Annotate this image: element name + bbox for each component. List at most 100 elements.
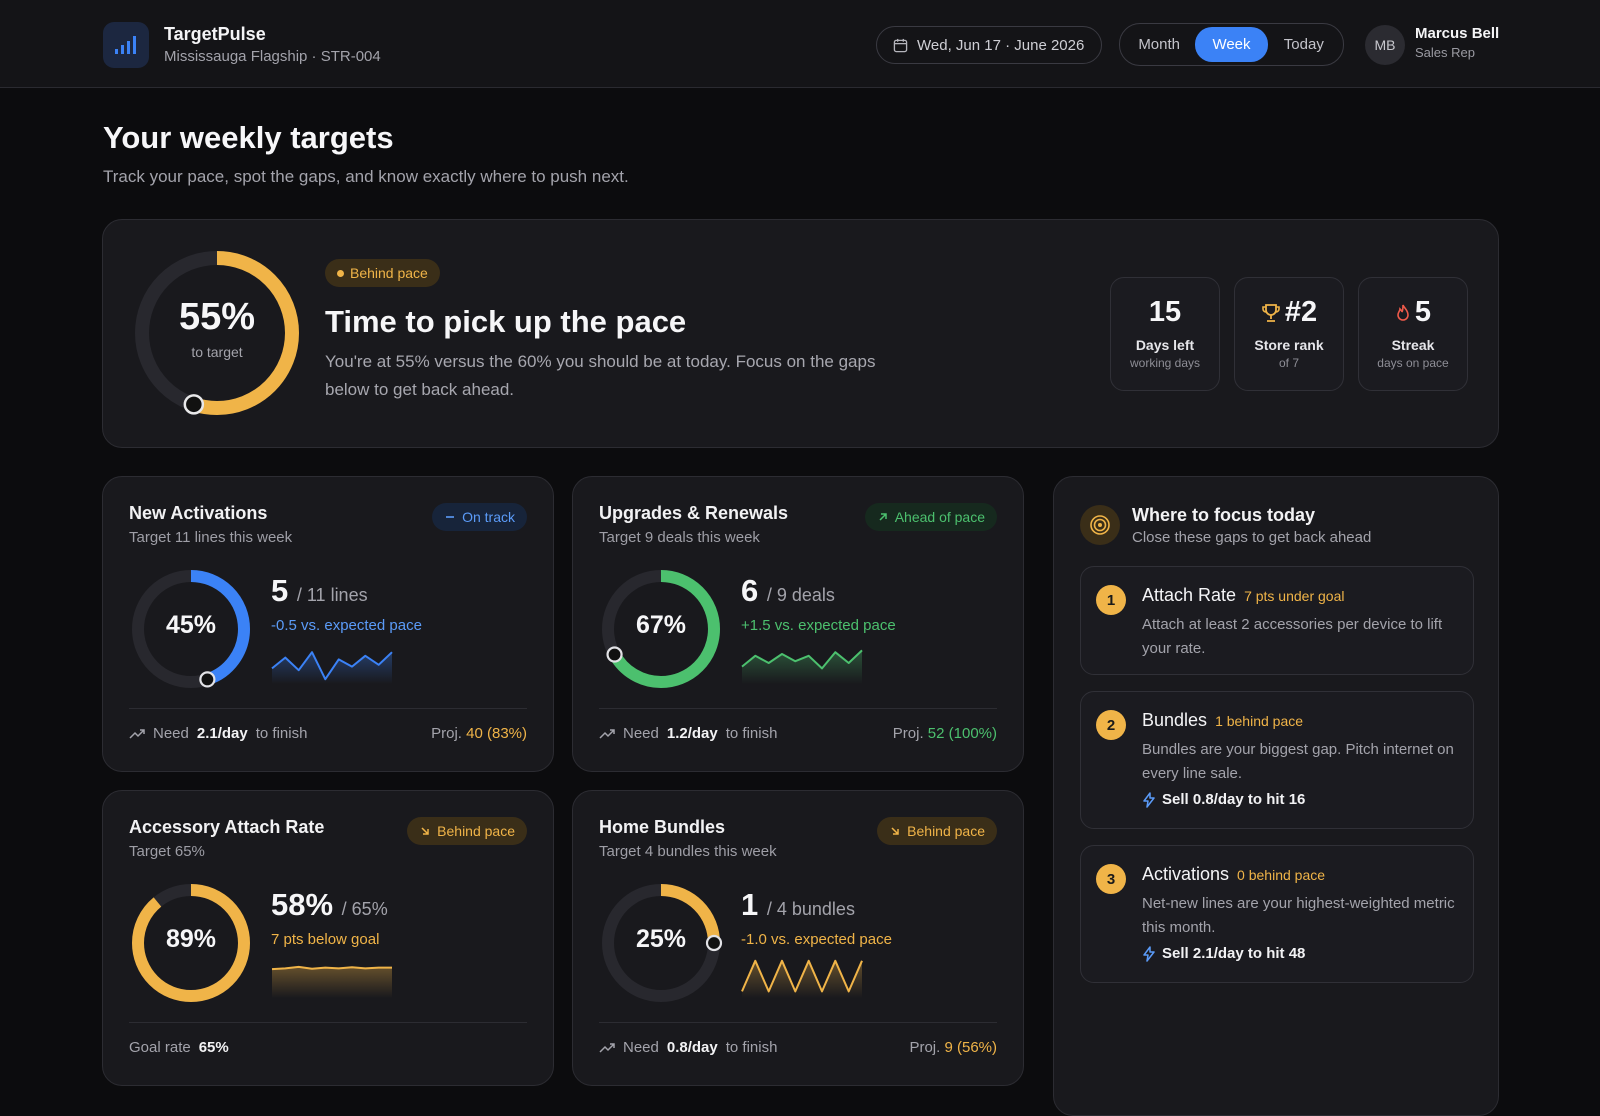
metric-value: 6 / 9 deals	[741, 573, 835, 609]
page-title: Your weekly targets	[103, 120, 394, 155]
metric-card-accessory-attach-rate[interactable]: Accessory Attach Rate Target 65% Behind …	[102, 790, 554, 1086]
stat-value: 5	[1414, 296, 1432, 328]
date-label: Wed, Jun 17 · June 2026	[917, 36, 1085, 54]
focus-item-number: 3	[1096, 864, 1126, 894]
focus-panel: Where to focus today Close these gaps to…	[1053, 476, 1499, 1116]
status-badge-label: Ahead of pace	[894, 509, 985, 525]
metric-card-new-activations[interactable]: New Activations Target 11 lines this wee…	[102, 476, 554, 772]
metric-value-number: 5	[271, 573, 289, 608]
status-badge-label: Behind pace	[907, 823, 985, 839]
top-bar: TargetPulse Mississauga Flagship · STR-0…	[0, 0, 1600, 88]
metric-need-rate: Need 1.2/day to finish	[599, 725, 777, 742]
status-badge: Behind pace	[407, 817, 527, 845]
progress-percent: 25%	[635, 925, 687, 953]
hero-headline: Time to pick up the pace	[325, 304, 687, 339]
projection-prefix: Proj.	[909, 1039, 941, 1056]
focus-item-description: Attach at least 2 accessories per device…	[1142, 616, 1443, 657]
focus-item-tag: 0 behind pace	[1237, 867, 1326, 883]
metric-value-number: 58%	[271, 887, 334, 922]
date-picker[interactable]: Wed, Jun 17 · June 2026	[876, 26, 1102, 64]
stat-days-left: 15 Days left working days	[1110, 277, 1220, 391]
progress-percent: 45%	[165, 611, 217, 639]
focus-item-number: 2	[1096, 710, 1126, 740]
app-name: TargetPulse	[164, 24, 266, 44]
metric-value-number: 6	[741, 573, 759, 608]
avatar[interactable]: MB	[1365, 25, 1405, 65]
focus-item-description: Net-new lines are your highest-weighted …	[1142, 895, 1455, 936]
focus-item-action: Sell 2.1/day to hit 48	[1142, 945, 1305, 962]
need-value: 65%	[198, 1039, 229, 1056]
metric-title: Accessory Attach Rate	[129, 817, 325, 837]
user-info[interactable]: Marcus Bell Sales Rep	[1415, 25, 1499, 60]
metric-need-rate: Goal rate 65%	[129, 1039, 237, 1056]
status-badge: Ahead of pace	[864, 503, 997, 531]
stat-sub: working days	[1129, 356, 1201, 370]
stat-label: Streak	[1391, 337, 1435, 353]
metric-target: Target 9 deals this week	[599, 529, 760, 546]
focus-subtitle: Close these gaps to get back ahead	[1132, 529, 1372, 546]
focus-item-action: Sell 0.8/day to hit 16	[1142, 791, 1305, 808]
stat-sub: days on pace	[1377, 356, 1449, 370]
progress-percent: 67%	[635, 611, 687, 639]
arrow-down-right-icon	[419, 825, 431, 837]
need-value: 1.2/day	[666, 725, 718, 742]
sparkline	[741, 649, 863, 684]
metric-delta: +1.5 vs. expected pace	[741, 617, 896, 634]
metric-card-home-bundles[interactable]: Home Bundles Target 4 bundles this week …	[572, 790, 1024, 1086]
metric-title: Home Bundles	[599, 817, 726, 837]
need-value: 0.8/day	[666, 1039, 718, 1056]
stat-streak: 5 Streak days on pace	[1358, 277, 1468, 391]
sparkline	[741, 959, 863, 998]
focus-item-bundles[interactable]: 2 Bundles 1 behind pace Bundles are your …	[1080, 691, 1474, 829]
focus-item-title: Activations	[1142, 864, 1230, 884]
metric-target: Target 4 bundles this week	[599, 843, 777, 860]
focus-item-action-label: Sell 0.8/day to hit 16	[1162, 791, 1306, 808]
sparkline	[271, 651, 393, 684]
metric-unit: / 9 deals	[766, 585, 835, 605]
tab-today[interactable]: Today	[1268, 27, 1340, 62]
period-switcher: Month Week Today	[1119, 23, 1344, 66]
app-logo[interactable]	[103, 22, 149, 68]
overall-caption: to target	[191, 344, 243, 360]
overall-percent: 55%	[178, 296, 256, 338]
metric-need-rate: Need 2.1/day to finish	[129, 725, 307, 742]
trophy-icon	[1262, 303, 1280, 322]
status-dot-icon	[337, 269, 344, 277]
metric-title: New Activations	[129, 503, 268, 523]
metric-value: 58% / 65%	[271, 887, 388, 923]
need-prefix: Goal rate	[129, 1039, 191, 1056]
metric-target: Target 11 lines this week	[129, 529, 293, 546]
projection-value: 9 (56%)	[944, 1039, 997, 1056]
need-value: 2.1/day	[196, 725, 248, 742]
need-prefix: Need	[623, 1039, 659, 1056]
page-subtitle: Track your pace, spot the gaps, and know…	[103, 167, 629, 186]
metric-title: Upgrades & Renewals	[599, 503, 789, 523]
focus-item-attach-rate[interactable]: 1 Attach Rate 7 pts under goal Attach at …	[1080, 566, 1474, 675]
metric-card-upgrades-renewals[interactable]: Upgrades & Renewals Target 9 deals this …	[572, 476, 1024, 772]
projection-prefix: Proj.	[431, 725, 462, 742]
stat-value: #2	[1284, 296, 1318, 328]
metric-projection: Proj. 52 (100%)	[893, 725, 997, 742]
metric-unit: / 11 lines	[296, 585, 368, 605]
metric-target: Target 65%	[129, 843, 205, 860]
tab-month[interactable]: Month	[1123, 27, 1195, 62]
stat-label: Days left	[1135, 337, 1195, 353]
focus-item-activations[interactable]: 3 Activations 0 behind pace Net-new lines…	[1080, 845, 1474, 983]
metric-value: 1 / 4 bundles	[741, 887, 855, 923]
trend-up-icon	[599, 1042, 615, 1053]
tab-week[interactable]: Week	[1195, 27, 1268, 62]
need-suffix: to finish	[255, 725, 308, 742]
metric-unit: / 4 bundles	[766, 899, 855, 919]
divider	[599, 708, 997, 709]
status-badge: Behind pace	[877, 817, 997, 845]
status-badge-label: Behind pace	[437, 823, 515, 839]
lightning-icon	[1143, 791, 1155, 808]
metric-need-rate: Need 0.8/day to finish	[599, 1039, 777, 1056]
metric-projection: Proj. 9 (56%)	[909, 1039, 997, 1056]
target-icon	[1080, 505, 1120, 545]
dash-icon	[444, 511, 456, 523]
metric-delta: 7 pts below goal	[271, 931, 380, 948]
stat-sub: of 7	[1278, 356, 1299, 370]
focus-item-tag: 7 pts under goal	[1244, 588, 1345, 604]
store-label: Mississauga Flagship · STR-004	[164, 48, 381, 65]
